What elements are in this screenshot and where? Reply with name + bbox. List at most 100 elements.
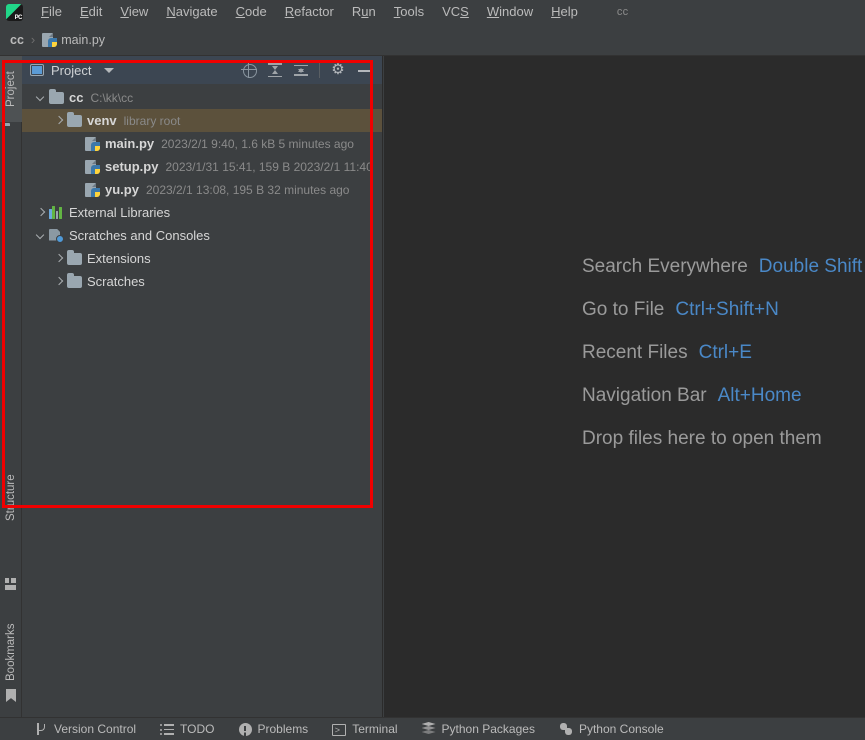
bookmark-icon	[6, 689, 16, 702]
toolbar-divider	[319, 62, 320, 78]
breadcrumb-separator-icon: ›	[30, 32, 36, 47]
sidebar-item-project-label: Project	[5, 71, 17, 107]
editor-hint-shortcut: Double Shift	[758, 256, 863, 277]
project-tool-window: Project ⚙ cc C:\kk\cc venv library root main…	[22, 56, 383, 717]
navigation-bar: cc › main.py	[0, 24, 865, 56]
editor-hint-label: Navigation Bar	[582, 385, 707, 406]
chevron-down-icon[interactable]	[34, 229, 48, 243]
editor-hints: Search Everywhere Double Shift Go to File C…	[582, 256, 862, 471]
select-opened-file-icon[interactable]	[241, 62, 257, 78]
breadcrumb-file[interactable]: main.py	[42, 32, 105, 48]
chevron-right-icon[interactable]	[52, 275, 66, 289]
branch-icon	[34, 722, 48, 736]
tree-row[interactable]: External Libraries	[22, 201, 382, 224]
tree-row-label: Scratches	[87, 274, 145, 289]
status-bar-item-label: Problems	[257, 722, 309, 736]
menu-item-tools[interactable]: Tools	[385, 0, 433, 24]
tree-arrow-placeholder	[70, 183, 84, 197]
tree-row-label: cc	[69, 90, 84, 105]
editor-hint-label: Search Everywhere	[582, 256, 748, 277]
menu-item-file[interactable]: File	[32, 0, 71, 24]
breadcrumb-project[interactable]: cc	[10, 33, 24, 47]
chevron-right-icon[interactable]	[52, 252, 66, 266]
chevron-right-icon[interactable]	[34, 206, 48, 220]
chevron-down-icon[interactable]	[104, 67, 115, 73]
python-file-icon	[85, 182, 100, 198]
tree-row-label: venv	[87, 113, 117, 128]
folder-icon	[67, 249, 82, 265]
python-console-icon	[559, 722, 573, 736]
tree-row[interactable]: Scratches and Consoles	[22, 224, 382, 247]
structure-icon	[5, 578, 17, 590]
sidebar-item-project[interactable]: Project	[0, 56, 22, 122]
status-bar-item-terminal[interactable]: Terminal	[332, 722, 398, 737]
status-bar-item-label: Python Console	[578, 722, 664, 736]
pycharm-logo-icon	[6, 3, 23, 21]
terminal-icon	[332, 723, 347, 737]
tree-row-meta: 2023/1/31 15:41, 159 B 2023/2/1 11:40	[165, 159, 373, 174]
expand-all-icon[interactable]	[267, 62, 283, 78]
sidebar-item-bookmarks[interactable]: Bookmarks	[0, 606, 22, 698]
editor-hint-row: Drop files here to open them	[582, 428, 862, 450]
sidebar-item-structure[interactable]: Structure	[0, 456, 22, 540]
project-view-icon	[30, 64, 44, 76]
editor-hint-shortcut: Ctrl+E	[698, 342, 752, 363]
minimize-icon[interactable]	[356, 62, 372, 78]
window-project-label: cc	[616, 6, 629, 18]
editor-hint-shortcut: Alt+Home	[717, 385, 802, 406]
menu-item-view[interactable]: View	[111, 0, 157, 24]
status-bar-item-label: TODO	[180, 722, 215, 736]
tree-arrow-placeholder	[70, 137, 84, 151]
project-panel-actions: ⚙	[241, 62, 378, 78]
chevron-down-icon[interactable]	[34, 91, 48, 105]
menu-item-edit[interactable]: Edit	[71, 0, 111, 24]
tree-row-label: External Libraries	[69, 205, 171, 220]
folder-icon	[67, 272, 82, 288]
chevron-right-icon[interactable]	[52, 114, 66, 128]
editor-hint-row: Recent Files Ctrl+E	[582, 342, 862, 364]
project-panel-title-group[interactable]: Project	[30, 63, 115, 78]
todo-list-icon	[160, 722, 175, 736]
folder-icon	[67, 111, 82, 127]
status-bar: Version Control TODO Problems Terminal Pytho…	[0, 717, 865, 740]
tree-row[interactable]: venv library root	[22, 109, 382, 132]
editor-hint-label: Go to File	[582, 299, 665, 320]
editor-hint-row: Search Everywhere Double Shift	[582, 256, 862, 278]
external-libraries-icon	[49, 206, 64, 219]
tree-row[interactable]: setup.py 2023/1/31 15:41, 159 B 2023/2/1 …	[22, 155, 382, 178]
menu-item-run[interactable]: Run	[343, 0, 385, 24]
packages-icon	[421, 722, 436, 736]
menu-bar: FileEditViewNavigateCodeRefactorRunTools…	[0, 0, 865, 24]
problems-icon	[238, 723, 252, 736]
menu-item-refactor[interactable]: Refactor	[276, 0, 343, 24]
python-file-icon	[85, 136, 100, 152]
menu-item-window[interactable]: Window	[478, 0, 542, 24]
status-bar-item-python-packages[interactable]: Python Packages	[421, 722, 535, 736]
tree-row-meta: C:\kk\cc	[90, 90, 134, 105]
tree-row[interactable]: Scratches	[22, 270, 382, 293]
tree-arrow-placeholder	[70, 160, 84, 174]
tree-row[interactable]: Extensions	[22, 247, 382, 270]
editor-hint-label: Recent Files	[582, 342, 688, 363]
status-bar-item-version-control[interactable]: Version Control	[34, 722, 136, 736]
settings-gear-icon[interactable]: ⚙	[330, 62, 346, 78]
menu-item-navigate[interactable]: Navigate	[157, 0, 226, 24]
menu-item-code[interactable]: Code	[227, 0, 276, 24]
menu-item-vcs[interactable]: VCS	[433, 0, 478, 24]
editor-hint-shortcut: Ctrl+Shift+N	[675, 299, 779, 320]
tree-row-label: main.py	[105, 136, 155, 151]
collapse-all-icon[interactable]	[293, 62, 309, 78]
tree-row[interactable]: cc C:\kk\cc	[22, 86, 382, 109]
menu-item-help[interactable]: Help	[542, 0, 587, 24]
editor-empty-area[interactable]: Search Everywhere Double Shift Go to File C…	[384, 56, 865, 717]
tree-row[interactable]: main.py 2023/2/1 9:40, 1.6 kB 5 minutes a…	[22, 132, 382, 155]
status-bar-item-python-console[interactable]: Python Console	[559, 722, 664, 736]
tree-row[interactable]: yu.py 2023/2/1 13:08, 195 B 32 minutes ag…	[22, 178, 382, 201]
editor-hint-row: Go to File Ctrl+Shift+N	[582, 299, 862, 321]
status-bar-item-problems[interactable]: Problems	[238, 722, 309, 736]
tree-row-meta: 2023/2/1 13:08, 195 B 32 minutes ago	[145, 182, 350, 197]
status-bar-item-todo[interactable]: TODO	[160, 722, 215, 736]
left-tool-window-strip: Project Structure Bookmarks	[0, 56, 22, 717]
tree-row-label: Scratches and Consoles	[69, 228, 210, 243]
editor-hint-label: Drop files here to open them	[582, 428, 822, 449]
